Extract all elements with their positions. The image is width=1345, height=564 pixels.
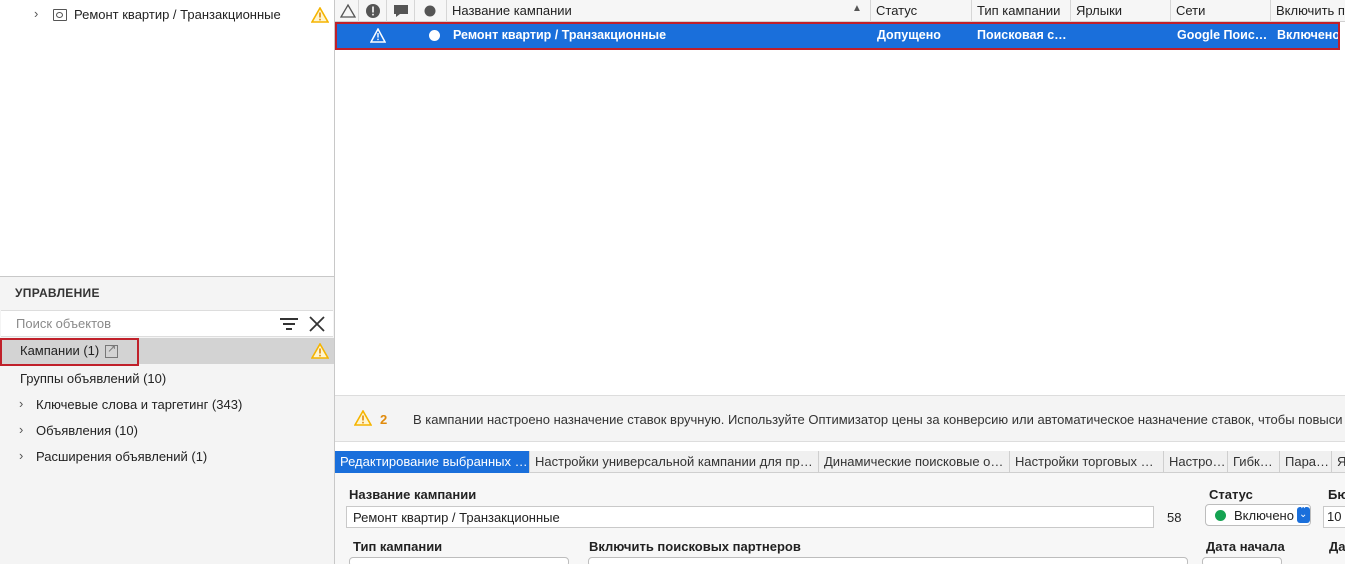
nav-item-label: Ключевые слова и таргетинг (343) [36,397,243,412]
select-arrows-icon [1297,505,1310,523]
campaign-type-select[interactable] [349,557,569,564]
cell-campaign-type: Поисковая с… [977,28,1067,42]
budget-label: Бю [1328,487,1345,502]
nav-item-label: Расширения объявлений (1) [36,449,208,464]
status-dot-icon [429,30,440,41]
chevron-right-icon[interactable]: › [19,422,23,437]
status-dot-icon [424,5,436,17]
notification-count: 2 [380,412,388,427]
status-select[interactable]: Включено [1205,504,1311,526]
col-campaign-name[interactable]: Название кампании [447,0,871,22]
management-panel: УПРАВЛЕНИЕ Кампании (1) Гру [0,276,334,564]
campaign-search-icon [53,9,67,21]
warning-icon [354,410,372,426]
nav-item-campaigns[interactable]: Кампании (1) [0,338,334,366]
error-icon [366,4,380,18]
start-date-input[interactable] [1202,557,1282,564]
tab-flexible[interactable]: Гибк… [1228,451,1280,473]
right-pane: Название кампании ▲ Статус Тип кампании … [335,0,1345,564]
cell-campaign-name: Ремонт квартир / Транзакционные [453,28,667,42]
status-label: Статус [1209,487,1253,502]
tab-shopping-settings[interactable]: Настройки торговых … [1010,451,1164,473]
account-tree: › Ремонт квартир / Транзакционные [0,0,334,276]
campaign-type-label: Тип кампании [353,539,443,554]
chevron-right-icon[interactable]: › [34,6,44,22]
sort-ascending-icon[interactable]: ▲ [852,3,862,14]
cell-enabled: Включено [1277,28,1339,42]
nav-item-keywords[interactable]: › Ключевые слова и таргетинг (343) [0,392,334,418]
chevron-right-icon[interactable]: › [19,448,23,463]
search-partners-label: Включить поисковых партнеров [589,539,801,554]
column-label: Тип кампании [977,3,1061,18]
cell-status: Допущено [877,28,941,42]
status-value: Включено [1234,508,1294,523]
col-comments[interactable] [387,0,415,22]
campaign-name-label: Название кампании [349,487,477,502]
nav-item-label: Объявления (10) [36,423,138,438]
nav-item-extensions[interactable]: › Расширения объявлений (1) [0,444,334,470]
table-row[interactable]: Ремонт квартир / Транзакционные Допущено… [336,23,1340,49]
grid-header: Название кампании ▲ Статус Тип кампании … [335,0,1345,22]
warning-outline-icon [340,3,356,18]
tab-universal-settings[interactable]: Настройки универсальной кампании для пр… [530,451,819,473]
campaign-editor: Название кампании 58 Статус Включено Бю … [335,473,1345,564]
management-title: УПРАВЛЕНИЕ [15,286,100,300]
campaign-name-input[interactable] [346,506,1154,528]
column-label: Статус [876,3,918,18]
comment-icon [394,5,408,17]
tab-dynamic-search[interactable]: Динамические поисковые о… [819,451,1010,473]
column-label: Включить по [1276,3,1345,18]
search-input[interactable] [1,311,271,336]
nav-item-ad-groups[interactable]: Группы объявлений (10) [0,366,334,392]
left-pane: › Ремонт квартир / Транзакционные УПРАВЛ… [0,0,335,564]
tab-more[interactable]: Я [1332,451,1345,473]
close-icon[interactable] [308,315,326,333]
col-error[interactable] [359,0,387,22]
column-label: Сети [1176,3,1206,18]
external-link-icon[interactable] [105,342,118,358]
end-date-label: Да [1329,539,1345,554]
filter-icon[interactable] [280,318,298,330]
col-warning[interactable] [335,0,359,22]
col-labels[interactable]: Ярлыки [1071,0,1171,22]
object-search [1,310,333,337]
nav-item-label: Кампании (1) [20,343,100,358]
nav-item-label: Группы объявлений (10) [20,371,167,386]
chevron-right-icon[interactable]: › [19,396,23,411]
tab-edit-selected[interactable]: Редактирование выбранных … [335,451,530,473]
status-enabled-icon [1215,510,1226,521]
search-partners-select[interactable] [588,557,1188,564]
editor-tabs: Редактирование выбранных … Настройки уни… [335,451,1345,473]
nav-item-ads[interactable]: › Объявления (10) [0,418,334,444]
start-date-label: Дата начала [1206,539,1285,554]
col-state[interactable] [415,0,447,22]
column-label: Название кампании [452,3,572,18]
col-status[interactable]: Статус [871,0,972,22]
col-enabled[interactable]: Включить по [1271,0,1345,22]
tree-item-campaign[interactable]: › Ремонт квартир / Транзакционные [0,4,334,26]
column-label: Ярлыки [1076,3,1123,18]
tab-parameters[interactable]: Пара… [1280,451,1332,473]
grid-empty-area [335,50,1345,395]
tab-settings-short[interactable]: Настро… [1164,451,1228,473]
budget-input[interactable]: 10 [1323,506,1345,528]
notification-bar[interactable]: 2 В кампании настроено назначение ставок… [335,395,1345,442]
col-networks[interactable]: Сети [1171,0,1271,22]
cell-networks: Google Поис… [1177,28,1268,42]
col-campaign-type[interactable]: Тип кампании [972,0,1071,22]
warning-icon [311,7,329,23]
notification-text: В кампании настроено назначение ставок в… [413,412,1343,427]
tree-item-label: Ремонт квартир / Транзакционные [74,7,281,22]
char-count: 58 [1167,510,1182,525]
warning-icon [370,28,386,43]
warning-icon [311,343,329,359]
